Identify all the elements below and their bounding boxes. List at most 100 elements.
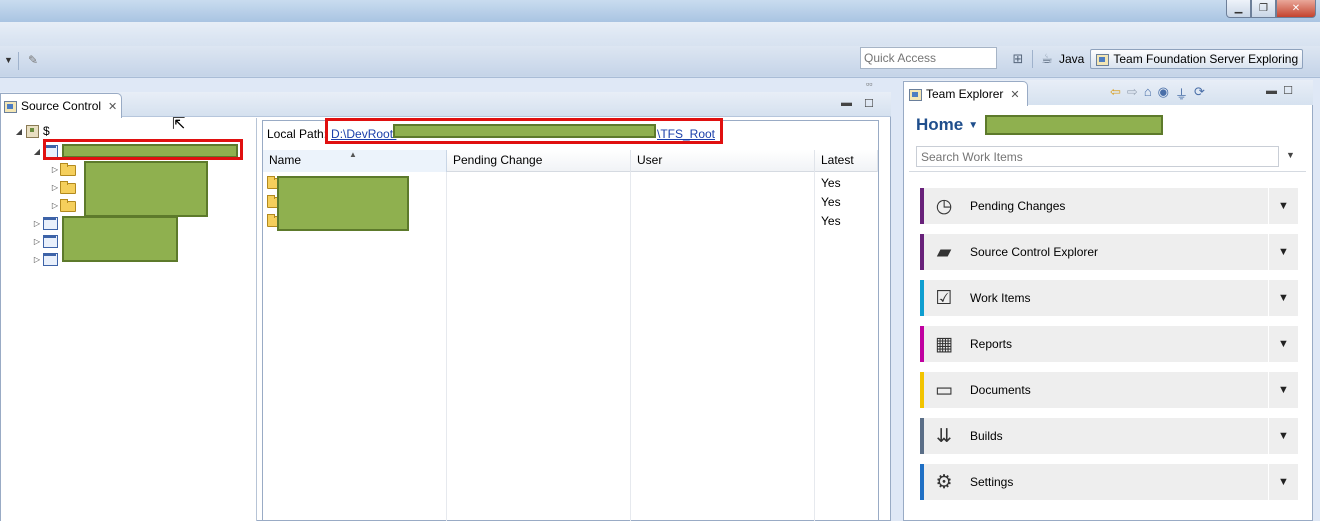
source-control-tabbar [0,92,891,117]
web-access-icon[interactable]: ◉ [1158,84,1169,103]
accent-bar [920,418,924,454]
perspective-java[interactable]: ☕ Java [1039,51,1084,67]
nav-source-control-explorer-label: Source Control Explorer [970,245,1099,259]
new-document-icon[interactable]: ✎ [28,53,42,67]
collapsed-chevron-icon[interactable]: ▷ [32,237,42,246]
minimize-view-icon[interactable]: ▬ [841,97,852,109]
accent-bar [920,326,924,362]
redacted-project-names [62,216,178,262]
dropdown-arrow-icon[interactable]: ▼ [1268,280,1298,316]
team-explorer-tab-icon [908,87,922,101]
nav-work-items[interactable]: ☑ Work Items ▼ [920,280,1298,316]
forward-icon[interactable]: ⇨ [1127,84,1138,103]
maximize-view-icon[interactable]: ☐ [864,97,874,110]
collapsed-chevron-icon[interactable]: ▷ [50,201,60,210]
team-project-icon [42,216,58,230]
connect-icon[interactable]: ⏚ [1175,84,1188,103]
dropdown-arrow-icon[interactable]: ▼ [1268,326,1298,362]
home-dropdown-icon[interactable]: ▼ [968,120,978,131]
tab-team-explorer[interactable]: Team Explorer ✕ [903,81,1028,106]
nav-pending-changes-label: Pending Changes [970,199,1066,213]
close-tab-icon[interactable]: ✕ [1010,88,1019,101]
collapsed-chevron-icon[interactable]: ▷ [32,219,42,228]
tab-source-control[interactable]: Source Control ✕ [0,93,122,118]
reports-icon: ▦ [935,333,953,355]
search-dropdown-icon[interactable]: ▼ [1286,150,1295,160]
expanded-chevron-icon[interactable]: ◢ [32,147,42,156]
column-header-user[interactable]: User [631,150,815,172]
minimize-icon[interactable]: ▁ [1226,0,1251,18]
restore-icon[interactable]: ❐ [1251,0,1276,18]
collapsed-chevron-icon[interactable]: ▷ [32,255,42,264]
collapsed-chevron-icon[interactable]: ▷ [50,165,60,174]
team-project-icon [42,252,58,266]
column-divider [630,172,631,521]
tree-item-folder[interactable]: ▷ [50,179,76,195]
tree-item-project[interactable]: ▷ [32,251,58,267]
accent-bar [920,464,924,500]
settings-icon: ⚙ [935,471,953,493]
nav-settings[interactable]: ⚙ Settings ▼ [920,464,1298,500]
perspective-tfs-label: Team Foundation Server Exploring [1113,52,1299,66]
dropdown-arrow-icon[interactable]: ▼ [1268,464,1298,500]
column-header-latest[interactable]: Latest [815,150,878,172]
back-icon[interactable]: ⇦ [1110,84,1121,103]
perspective-tfs[interactable]: Team Foundation Server Exploring [1090,49,1304,69]
nav-work-items-label: Work Items [970,291,1031,305]
clock-icon: ◷ [935,195,953,217]
team-explorer-minmax-icon[interactable]: ▬ ☐ [1266,84,1293,97]
team-explorer-toolbar: ⇦ ⇨ ⌂ ◉ ⏚ ⟳ [1110,84,1205,103]
view-area-top [0,79,893,93]
open-perspective-icon[interactable]: ⊞ [1010,51,1026,67]
redacted-item-names [277,176,409,231]
tree-item-root[interactable]: ◢ $ [14,123,50,139]
refresh-icon[interactable]: ⟳ [1194,84,1205,103]
search-work-items-input[interactable] [916,146,1279,167]
nav-builds[interactable]: ⇊ Builds ▼ [920,418,1298,454]
nav-builds-label: Builds [970,429,1003,443]
expanded-chevron-icon[interactable]: ◢ [14,127,24,136]
dropdown-arrow-icon[interactable]: ▼ [1268,234,1298,270]
team-explorer-home[interactable]: Home ▼ [916,115,978,135]
team-explorer-divider [909,171,1306,172]
nav-source-control-explorer[interactable]: ▰ Source Control Explorer ▼ [920,234,1298,270]
tfs-perspective-icon [1095,52,1110,66]
close-tab-icon[interactable]: ✕ [108,100,117,113]
latest-cell: Yes [821,176,841,190]
editor-area-minmax-icon[interactable]: ▫▫ [866,79,872,89]
dropdown-arrow-icon[interactable]: ▼ [1268,188,1298,224]
dropdown-arrow-icon[interactable]: ▼ [1268,418,1298,454]
local-path-label: Local Path: [267,127,328,141]
nav-documents[interactable]: ▭ Documents ▼ [920,372,1298,408]
close-icon[interactable]: ✕ [1276,0,1316,18]
highlight-box-local-path [325,118,723,144]
column-latest-label: Latest [821,153,854,167]
tree-item-folder[interactable]: ▷ [50,197,76,213]
source-control-icon: ▰ [936,241,952,263]
nav-reports[interactable]: ▦ Reports ▼ [920,326,1298,362]
tree-item-folder[interactable]: ▷ [50,161,76,177]
folder-icon [60,163,76,176]
tree-item-project[interactable]: ▷ [32,233,58,249]
dropdown-arrow-icon[interactable]: ▼ [1268,372,1298,408]
toolbar-separator [18,52,19,70]
tree-item-project[interactable]: ▷ [32,215,58,231]
column-header-name[interactable]: ▲ Name [263,150,447,172]
column-header-pending-change[interactable]: Pending Change [447,150,631,172]
folder-icon [60,199,76,212]
column-divider [446,172,447,521]
server-icon [24,124,40,138]
collapsed-chevron-icon[interactable]: ▷ [50,183,60,192]
column-pending-change-label: Pending Change [453,153,543,167]
work-items-icon: ☑ [935,287,953,309]
quick-access-input[interactable] [860,47,997,69]
details-grid-header: ▲ Name Pending Change User Latest [263,150,878,172]
perspective-bar: ⊞ ☕ Java Team Foundation Server Explorin… [1010,47,1304,71]
home-icon[interactable]: ⌂ [1144,84,1152,103]
nav-pending-changes[interactable]: ◷ Pending Changes ▼ [920,188,1298,224]
tree-root-label: $ [43,124,50,138]
accent-bar [920,280,924,316]
toolbar-dropdown-icon[interactable]: ▼ [4,55,13,65]
accent-bar [920,372,924,408]
source-control-tab-icon [3,99,17,113]
